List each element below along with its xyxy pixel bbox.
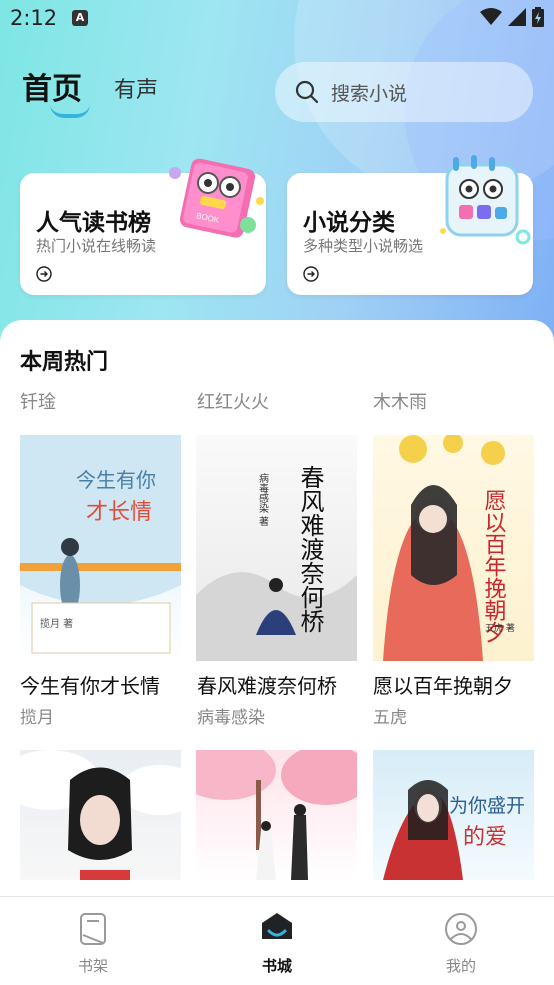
cover-art: 为你盛开 的爱 [383,780,525,880]
book-author-1: 揽月 [20,708,54,728]
novel-category-card[interactable]: 小说分类 多种类型小说畅选 [287,155,533,295]
cover-art [196,750,357,880]
tab-profile[interactable]: 我的 [401,897,521,985]
top-tabs: 首页 有声 [22,64,158,118]
cover-title-line1: 今生有你 [76,468,156,492]
book-author-2: 病毒感染 [197,708,265,728]
card-title: 小说分类 [303,210,395,236]
book-cover-1[interactable]: 今生有你 才长情 揽月 著 [20,435,181,661]
tab-label: 书架 [77,957,108,975]
book-title-2[interactable]: 春风难渡奈何桥 [197,670,337,699]
card-subtitle: 热门小说在线畅读 [36,237,157,255]
card-subtitle: 多种类型小说畅选 [303,237,424,255]
card-title: 人气读书榜 [36,210,151,236]
book-author-3: 五虎 [373,708,407,728]
cover-title: 春风难渡奈何桥 [296,465,324,633]
status-bar: 2:12 A [0,0,554,36]
app-notification-icon: A [72,10,88,26]
status-icons [480,7,544,27]
cover-title-line2: 才长情 [86,500,152,525]
cover-art: 病毒感染 著 春风难渡奈何桥 [196,465,357,661]
status-time: 2:12 [10,6,58,30]
popular-ranking-card[interactable]: 人气读书榜 热门小说在线畅读 BOOK [20,158,266,295]
top-author-1[interactable]: 钎琻 [20,388,56,414]
book-cover-6[interactable]: 为你盛开 的爱 [373,750,534,880]
weekly-hot-section: 本周热门 钎琻 红红火火 木木雨 今生有你 才长情 揽月 著 病毒感染 著 春风… [0,320,554,920]
search-input[interactable]: 搜索小说 [275,62,533,122]
category-mascot-illustration [440,155,531,245]
bottom-tab-bar: 书架 书城 我的 [0,896,554,985]
book-cover-5[interactable] [196,750,357,880]
wifi-icon [480,8,502,25]
search-icon [295,80,319,104]
cover-author: 揽月 著 [40,617,73,630]
book-cover-4[interactable] [20,750,181,880]
battery-icon [532,7,544,27]
cover-title: 愿以百年挽朝夕 [481,489,507,643]
cover-art [20,750,181,880]
cover-title-line2: 的爱 [463,825,507,850]
cover-art: 今生有你 才长情 揽月 著 [20,435,181,654]
tab-home[interactable]: 首页 [22,64,90,118]
cover-art: 愿以百年挽朝夕 五虎 著 [383,435,515,661]
arrow-right-circle-icon [36,266,52,282]
cover-author: 五虎 著 [485,622,515,634]
bookshelf-icon [80,913,106,945]
bookstore-icon [262,913,292,939]
book-cover-2[interactable]: 病毒感染 著 春风难渡奈何桥 [196,435,357,661]
book-cover-3[interactable]: 愿以百年挽朝夕 五虎 著 [373,435,534,661]
book-title-1[interactable]: 今生有你才长情 [20,670,160,699]
cover-title-line1: 为你盛开 [449,795,525,817]
arrow-right-circle-icon [303,266,319,282]
profile-icon [445,913,477,945]
tab-bookstore[interactable]: 书城 [217,897,337,985]
top-author-3[interactable]: 木木雨 [373,388,427,414]
tab-bookshelf[interactable]: 书架 [33,897,153,985]
tab-home-label: 首页 [22,72,82,107]
tab-label: 我的 [445,957,476,975]
top-author-2[interactable]: 红红火火 [197,388,269,414]
search-placeholder: 搜索小说 [331,82,408,105]
section-title: 本周热门 [20,350,109,375]
cover-author: 病毒感染 著 [257,472,269,526]
signal-icon [508,8,526,26]
tab-label: 书城 [261,957,292,975]
book-mascot-illustration: BOOK [169,158,264,238]
tab-audio[interactable]: 有声 [114,72,158,104]
book-title-3[interactable]: 愿以百年挽朝夕 [373,670,513,699]
